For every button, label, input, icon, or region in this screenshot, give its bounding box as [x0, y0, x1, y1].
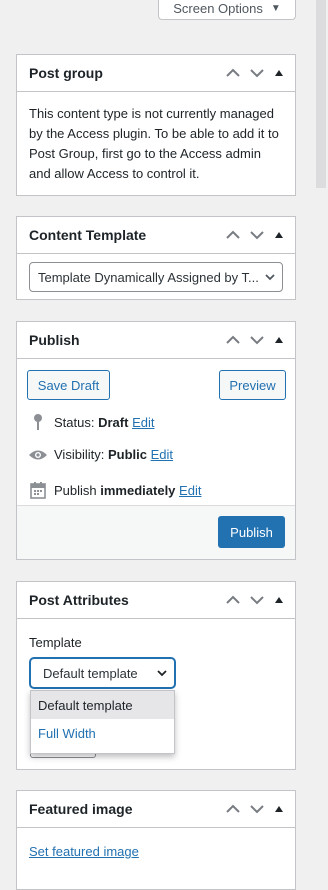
access-notice-text: This content type is not currently manag…: [29, 106, 279, 181]
move-up-icon[interactable]: [221, 588, 245, 612]
box-title: Post Attributes: [29, 592, 129, 608]
post-group-header: Post group: [17, 55, 295, 92]
post-attributes-header: Post Attributes: [17, 582, 295, 619]
content-template-box: Content Template Template Dynamically As…: [16, 216, 296, 300]
template-select[interactable]: Default template: [30, 658, 175, 688]
content-template-value: Template Dynamically Assigned by T...: [38, 269, 259, 285]
toggle-panel-icon[interactable]: [269, 797, 289, 821]
box-title: Publish: [29, 332, 80, 348]
visibility-row: Visibility: Public Edit: [27, 447, 173, 462]
visibility-label: Visibility:: [54, 447, 105, 462]
toggle-panel-icon[interactable]: [269, 223, 289, 247]
scrollbar-thumb[interactable]: [316, 0, 326, 188]
visibility-value: Public: [107, 447, 147, 462]
edit-status-link[interactable]: Edit: [132, 415, 154, 430]
move-down-icon[interactable]: [245, 328, 269, 352]
move-up-icon[interactable]: [221, 223, 245, 247]
content-template-header: Content Template: [17, 217, 295, 254]
chevron-down-icon: [264, 271, 276, 286]
status-label: Status:: [54, 414, 95, 430]
move-down-icon[interactable]: [245, 61, 269, 85]
move-up-icon[interactable]: [221, 61, 245, 85]
publish-header: Publish: [17, 322, 295, 359]
screen-options-button[interactable]: Screen Options ▼: [158, 0, 296, 20]
toggle-panel-icon[interactable]: [269, 328, 289, 352]
move-down-icon[interactable]: [245, 588, 269, 612]
save-draft-button[interactable]: Save Draft: [27, 370, 110, 400]
status-row: Status: Draft Edit: [27, 413, 154, 431]
option-full-width[interactable]: Full Width: [31, 719, 174, 747]
publish-time-value: immediately: [100, 482, 176, 498]
status-value: Draft: [98, 414, 129, 430]
post-group-box: Post group This content type is not curr…: [16, 54, 296, 196]
toggle-panel-icon[interactable]: [269, 61, 289, 85]
box-title: Featured image: [29, 801, 133, 817]
scrollbar[interactable]: [314, 0, 328, 882]
publish-label: Publish: [54, 482, 97, 498]
toggle-panel-icon[interactable]: [269, 588, 289, 612]
box-title: Content Template: [29, 227, 147, 243]
template-dropdown-list[interactable]: Default template Full Width: [30, 690, 175, 754]
template-select-value: Default template: [43, 665, 138, 681]
content-template-select[interactable]: Template Dynamically Assigned by T...: [29, 262, 283, 292]
move-up-icon[interactable]: [221, 797, 245, 821]
pin-icon: [27, 413, 49, 431]
publish-actions: Publish: [17, 505, 295, 559]
box-title: Post group: [29, 65, 103, 81]
set-featured-image-link[interactable]: Set featured image: [29, 844, 139, 859]
template-label: Template: [29, 635, 82, 650]
schedule-row: Publish immediately Edit: [27, 481, 201, 499]
publish-button[interactable]: Publish: [218, 516, 285, 548]
edit-visibility-link[interactable]: Edit: [151, 447, 173, 462]
move-down-icon[interactable]: [245, 223, 269, 247]
calendar-icon: [27, 481, 49, 499]
caret-down-icon: ▼: [270, 3, 281, 14]
chevron-down-icon: [156, 667, 168, 682]
move-up-icon[interactable]: [221, 328, 245, 352]
option-default-template[interactable]: Default template: [31, 691, 174, 719]
preview-button[interactable]: Preview: [219, 370, 286, 400]
featured-image-header: Featured image: [17, 791, 295, 828]
screen-options-label: Screen Options: [173, 1, 263, 16]
move-down-icon[interactable]: [245, 797, 269, 821]
eye-icon: [27, 448, 49, 462]
edit-schedule-link[interactable]: Edit: [179, 483, 201, 498]
featured-image-box: Featured image Set featured image: [16, 790, 296, 890]
publish-box: Publish Save Draft Preview Status: Draft…: [16, 321, 296, 560]
